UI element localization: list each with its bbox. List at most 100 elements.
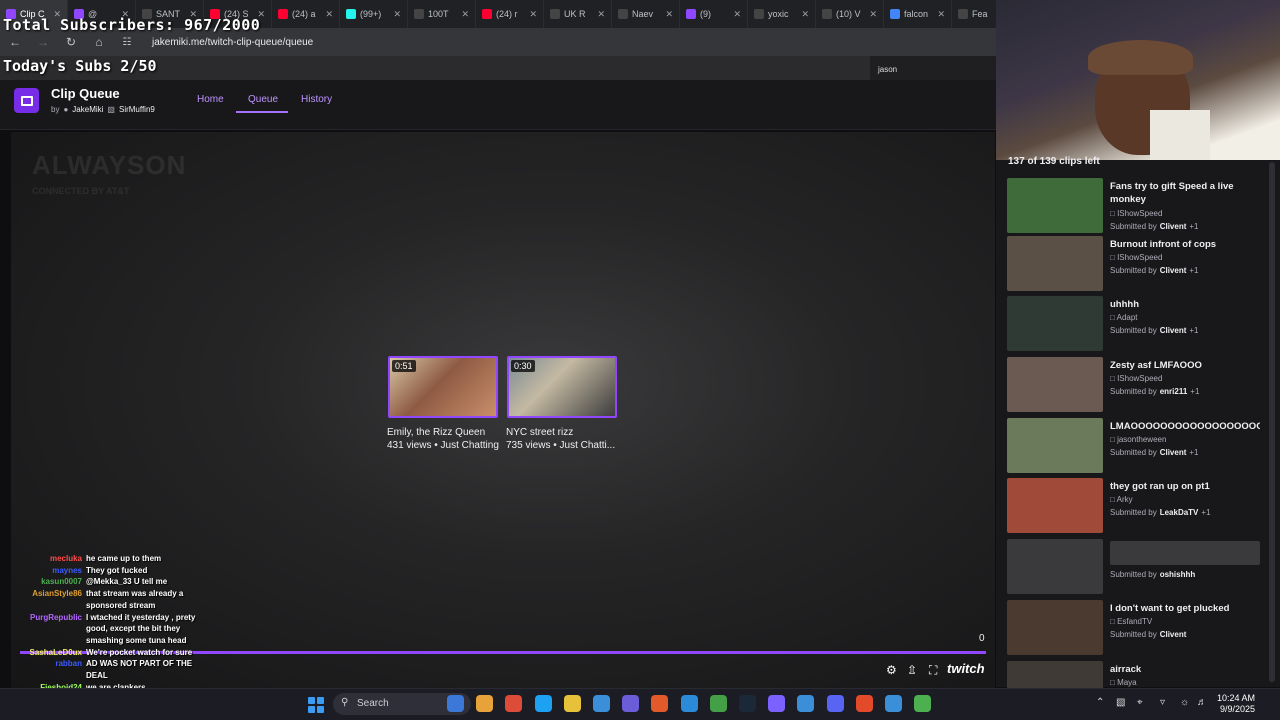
task-view-icon[interactable] [447, 695, 464, 712]
app-icon[interactable] [914, 695, 932, 712]
tab-close-icon[interactable]: ✕ [597, 9, 605, 20]
windows-start-icon[interactable] [308, 697, 324, 713]
queue-item[interactable]: I don't want to get plucked □ EsfandTV Sub… [1007, 600, 1269, 656]
queue-item-thumbnail[interactable] [1007, 178, 1103, 233]
tab-label: (99+) [360, 9, 382, 19]
tab-close-icon[interactable]: ✕ [801, 9, 809, 20]
browser-tab[interactable]: UK R ✕ [544, 0, 612, 28]
app-icon[interactable] [885, 695, 902, 712]
tab-close-icon[interactable]: ✕ [869, 9, 877, 20]
tab-close-icon[interactable]: ✕ [665, 9, 673, 20]
tab-close-icon[interactable]: ✕ [461, 9, 469, 20]
chat-text: We're pocket watch for sure [86, 647, 193, 657]
queue-item[interactable]: Submitted by oshishhh [1007, 539, 1269, 595]
suggested-clip-1[interactable]: 0:51 [388, 356, 498, 418]
network-icon[interactable]: ⌖ [1137, 697, 1143, 708]
chat-username[interactable]: maynes [18, 565, 82, 577]
tray-chevron-icon[interactable]: ⌃ [1096, 697, 1104, 708]
mic-icon[interactable]: ▿ [1160, 697, 1165, 708]
github-icon: ● [63, 105, 69, 114]
author-sirmuffin[interactable]: SirMuffin9 [119, 105, 155, 114]
queue-item[interactable]: they got ran up on pt1 □ Arky Submitted by… [1007, 478, 1269, 534]
tab-close-icon[interactable]: ✕ [529, 9, 537, 20]
app-icon[interactable] [651, 695, 669, 712]
app-icon[interactable] [680, 695, 698, 712]
browser-tab[interactable]: falcon ✕ [884, 0, 952, 28]
edge-icon[interactable] [534, 695, 552, 712]
steam-icon[interactable] [739, 695, 756, 712]
site-info-icon[interactable]: ☷ [120, 37, 134, 48]
nav-history[interactable]: History [301, 94, 332, 105]
chat-username[interactable]: kasun0007 [18, 576, 82, 588]
browser-tab[interactable]: Fea✕ [952, 0, 996, 28]
chat-message: AsianStyle86 that stream was already a sp… [18, 588, 213, 611]
tab-favicon-icon [346, 9, 356, 19]
queue-item[interactable]: Zesty asf LMFAOOO □ IShowSpeed Submitted b… [1007, 357, 1269, 413]
tab-close-icon[interactable]: ✕ [733, 9, 741, 20]
fullscreen-icon[interactable]: ⛶ [929, 663, 937, 678]
nav-home[interactable]: Home [197, 94, 224, 105]
channel-icon: □ [1110, 435, 1118, 444]
queue-item-title: LMAOOOOOOOOOOOOOOOOOOOO [1110, 421, 1260, 432]
browser-tab[interactable]: (99+) ✕ [340, 0, 408, 28]
app-icon[interactable] [855, 695, 873, 712]
app-icon[interactable] [797, 695, 815, 712]
system-clock[interactable]: 10:24 AM 9/9/2025 [1217, 693, 1255, 715]
queue-item[interactable]: Burnout infront of cops □ IShowSpeed Submi… [1007, 236, 1269, 292]
copilot-icon[interactable] [505, 695, 523, 712]
app-icon[interactable] [768, 695, 786, 712]
queue-item-thumbnail[interactable] [1007, 478, 1103, 533]
chat-username[interactable]: mecluka [18, 553, 82, 565]
home-icon[interactable]: ⌂ [92, 35, 106, 49]
twitch-logo[interactable]: twitch [947, 661, 985, 676]
back-icon[interactable]: ← [8, 35, 22, 49]
suggested-clip-title[interactable]: NYC street rizz [506, 427, 573, 438]
suggested-clip-2[interactable]: 0:30 [507, 356, 617, 418]
queue-item-submitter: Submitted by Clivent +1 [1110, 326, 1199, 335]
tab-close-icon[interactable]: ✕ [937, 9, 945, 20]
wifi-icon[interactable]: ☼ [1180, 697, 1189, 708]
tab-close-icon[interactable]: ✕ [393, 9, 401, 20]
search-icon: ⚲ [341, 697, 349, 708]
queue-item-thumbnail[interactable] [1007, 600, 1103, 655]
queue-item[interactable]: uhhhh □ Adapt Submitted by Clivent +1 [1007, 296, 1269, 352]
url-input[interactable]: jakemiki.me/twitch-clip-queue/queue [152, 37, 313, 48]
chat-username[interactable]: AsianStyle86 [18, 588, 82, 611]
queue-item-thumbnail[interactable] [1007, 236, 1103, 291]
author-jakemiki[interactable]: JakeMiki [72, 105, 103, 114]
suggested-clip-title[interactable]: Emily, the Rizz Queen [387, 427, 485, 438]
reload-icon[interactable]: ↻ [64, 35, 78, 49]
browser-tab[interactable]: 100T ✕ [408, 0, 476, 28]
queue-item-thumbnail[interactable] [1007, 296, 1103, 351]
browser-tab[interactable]: (9) ✕ [680, 0, 748, 28]
browser-tab[interactable]: Naev ✕ [612, 0, 680, 28]
queue-item-thumbnail[interactable] [1007, 539, 1103, 594]
settings-icon[interactable]: ⚙ [886, 663, 897, 677]
chat-username[interactable]: PurgRepublic [18, 612, 82, 647]
nav-queue[interactable]: Queue [248, 94, 278, 105]
app-icon[interactable] [622, 695, 640, 712]
chrome-icon[interactable] [709, 695, 727, 712]
queue-item-submitter: Submitted by Clivent +1 [1110, 266, 1199, 275]
volume-icon[interactable]: ♬ [1197, 697, 1207, 708]
queue-scrollbar[interactable] [1269, 162, 1275, 682]
queue-item-thumbnail[interactable] [1007, 418, 1103, 473]
clock-time: 10:24 AM [1217, 693, 1256, 703]
chat-username[interactable]: SashaLeD0ux [18, 647, 82, 659]
forward-icon[interactable]: → [36, 35, 50, 49]
file-explorer-icon[interactable] [563, 695, 581, 712]
store-icon[interactable] [593, 695, 610, 712]
browser-tab[interactable]: (24) a ✕ [272, 0, 340, 28]
queue-item-thumbnail[interactable] [1007, 357, 1103, 412]
queue-item[interactable]: LMAOOOOOOOOOOOOOOOOOOOO □ jasontheween Sub… [1007, 418, 1269, 474]
widgets-icon[interactable] [476, 695, 494, 712]
tab-close-icon[interactable]: ✕ [325, 9, 333, 20]
tray-app-icon[interactable]: ▧ [1116, 697, 1125, 708]
browser-tab[interactable]: (10) V ✕ [816, 0, 884, 28]
browser-tab[interactable]: yoxic ✕ [748, 0, 816, 28]
chat-username[interactable]: rabban [18, 658, 82, 681]
browser-tab[interactable]: (24) r ✕ [476, 0, 544, 28]
queue-item[interactable]: Fans try to gift Speed a live monkey □ IS… [1007, 178, 1269, 234]
discord-icon[interactable] [826, 695, 844, 712]
share-icon[interactable]: ⇫ [907, 663, 917, 677]
